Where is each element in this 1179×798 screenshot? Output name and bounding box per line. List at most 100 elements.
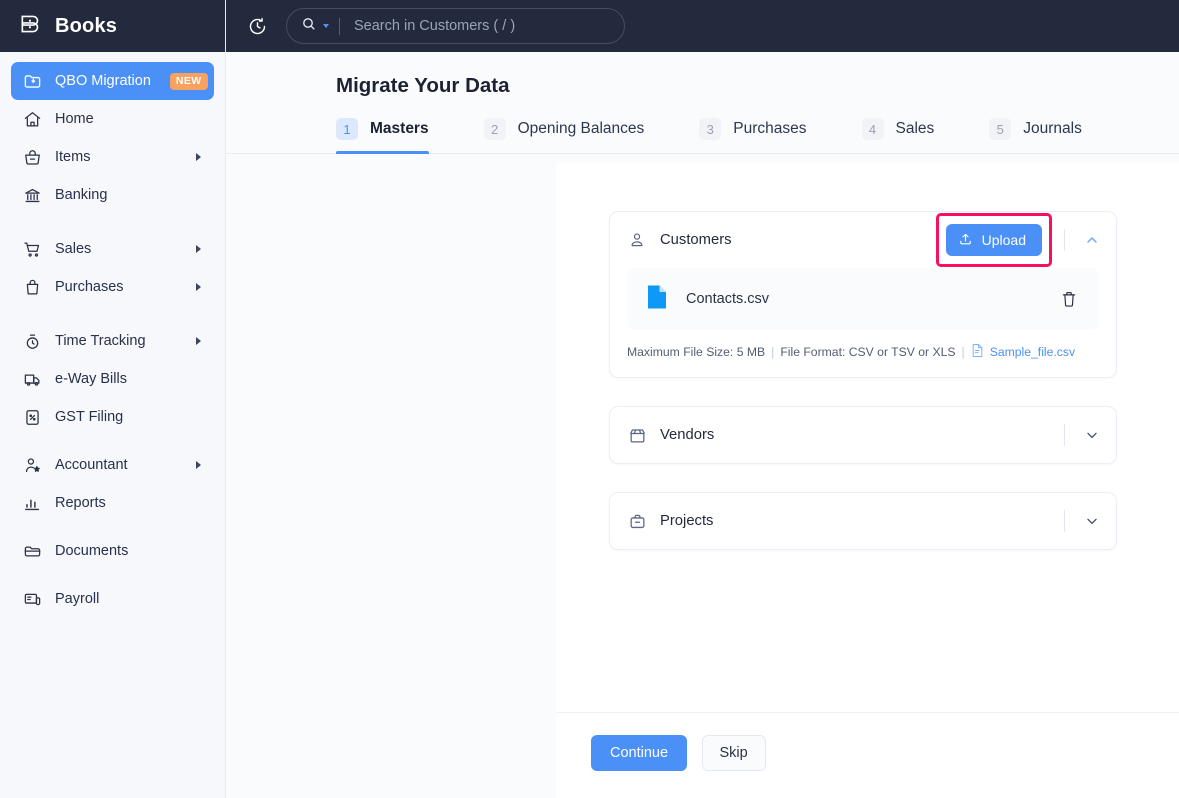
items-bag-icon	[22, 147, 42, 167]
vendors-card-header[interactable]: Vendors	[610, 407, 1116, 463]
sidebar-item-accountant[interactable]: Accountant	[11, 446, 214, 484]
hint-separator: |	[962, 345, 965, 359]
tab-number: 1	[336, 118, 358, 140]
continue-button[interactable]: Continue	[591, 735, 687, 771]
tab-label: Journals	[1023, 120, 1082, 138]
step-tabs: 1 Masters 2 Opening Balances 3 Purchases…	[226, 118, 1179, 154]
upload-hint: Maximum File Size: 5 MB | File Format: C…	[627, 343, 1099, 361]
section-card-vendors: Vendors	[609, 406, 1117, 464]
tab-number: 4	[862, 118, 884, 140]
search-placeholder: Search in Customers ( / )	[354, 18, 515, 34]
hint-separator: |	[771, 345, 774, 359]
sidebar-item-label: GST Filing	[55, 409, 123, 425]
search-input[interactable]: Search in Customers ( / )	[286, 8, 625, 44]
home-icon	[22, 109, 42, 129]
nav-divider-gap	[11, 522, 214, 532]
skip-button[interactable]: Skip	[702, 735, 766, 771]
section-card-customers: Customers Upload	[609, 211, 1117, 378]
sidebar-item-label: Home	[55, 111, 94, 127]
chevron-right-icon	[196, 461, 201, 469]
trash-icon[interactable]	[1059, 289, 1079, 309]
tab-number: 5	[989, 118, 1011, 140]
briefcase-icon	[627, 511, 647, 531]
tab-journals[interactable]: 5 Journals	[989, 118, 1082, 153]
books-logo-icon	[18, 11, 44, 42]
file-name: Contacts.csv	[686, 291, 1059, 307]
sidebar-item-reports[interactable]: Reports	[11, 484, 214, 522]
projects-title: Projects	[660, 513, 1042, 529]
sidebar-item-banking[interactable]: Banking	[11, 176, 214, 214]
sidebar-item-items[interactable]: Items	[11, 138, 214, 176]
upload-button-wrapper: Upload	[946, 224, 1042, 256]
nav-divider-gap	[11, 570, 214, 580]
section-card-projects: Projects	[609, 492, 1117, 550]
page-title: Migrate Your Data	[226, 52, 1179, 98]
cart-icon	[22, 239, 42, 259]
clock-history-icon[interactable]	[242, 11, 272, 41]
chevron-down-icon[interactable]	[323, 24, 329, 28]
brand-header: Books	[0, 0, 225, 52]
tab-sales[interactable]: 4 Sales	[862, 118, 935, 153]
projects-card-header[interactable]: Projects	[610, 493, 1116, 549]
search-icon	[301, 16, 317, 37]
sidebar-item-purchases[interactable]: Purchases	[11, 268, 214, 306]
tab-purchases[interactable]: 3 Purchases	[699, 118, 806, 153]
nav-divider-gap	[11, 436, 214, 446]
sidebar-item-label: Banking	[55, 187, 107, 203]
sidebar-item-label: Time Tracking	[55, 333, 146, 349]
content-area: Migrate Your Data 1 Masters 2 Opening Ba…	[226, 52, 1179, 798]
shopping-bag-icon	[22, 277, 42, 297]
vendors-title: Vendors	[660, 427, 1042, 443]
sample-file-link[interactable]: Sample_file.csv	[990, 345, 1075, 359]
sidebar-item-gst-filing[interactable]: GST Filing	[11, 398, 214, 436]
brand-name: Books	[55, 15, 117, 38]
customers-card-header[interactable]: Customers Upload	[610, 212, 1116, 268]
sidebar-item-payroll[interactable]: Payroll	[11, 580, 214, 618]
chevron-up-icon[interactable]	[1082, 230, 1102, 250]
timer-icon	[22, 331, 42, 351]
sidebar-item-documents[interactable]: Documents	[11, 532, 214, 570]
topbar: Search in Customers ( / )	[226, 0, 1179, 52]
chevron-right-icon	[196, 153, 201, 161]
sample-file-icon	[971, 343, 984, 361]
panel-body: Customers Upload	[556, 163, 1179, 712]
sidebar-nav: QBO Migration NEW Home Item	[0, 52, 225, 618]
sidebar-item-label: Documents	[55, 543, 128, 559]
tab-opening-balances[interactable]: 2 Opening Balances	[484, 118, 645, 153]
header-divider	[1064, 510, 1065, 532]
payroll-icon	[22, 589, 42, 609]
person-icon	[627, 230, 647, 250]
sidebar-item-label: Sales	[55, 241, 91, 257]
tab-masters[interactable]: 1 Masters	[336, 118, 429, 153]
upload-arrow-icon	[958, 231, 973, 249]
gst-document-icon	[22, 407, 42, 427]
chevron-down-icon[interactable]	[1082, 425, 1102, 445]
sidebar: Books QBO Migration NEW	[0, 0, 226, 798]
truck-icon	[22, 369, 42, 389]
sidebar-item-label: Reports	[55, 495, 106, 511]
sidebar-item-label: QBO Migration	[55, 73, 151, 89]
sidebar-item-qbo-migration[interactable]: QBO Migration NEW	[11, 62, 214, 100]
sidebar-item-label: Items	[55, 149, 90, 165]
search-divider	[339, 18, 340, 35]
chevron-right-icon	[196, 283, 201, 291]
chevron-down-icon[interactable]	[1082, 511, 1102, 531]
max-file-size-text: Maximum File Size: 5 MB	[627, 345, 765, 359]
sidebar-item-label: Accountant	[55, 457, 128, 473]
sidebar-item-sales[interactable]: Sales	[11, 230, 214, 268]
header-divider	[1064, 229, 1065, 251]
tab-label: Opening Balances	[518, 120, 645, 138]
tab-label: Purchases	[733, 120, 806, 138]
chevron-right-icon	[196, 337, 201, 345]
sidebar-item-eway-bills[interactable]: e-Way Bills	[11, 360, 214, 398]
upload-button-label: Upload	[982, 232, 1026, 248]
sidebar-item-time-tracking[interactable]: Time Tracking	[11, 322, 214, 360]
nav-divider-gap	[11, 306, 214, 322]
sidebar-item-home[interactable]: Home	[11, 100, 214, 138]
csv-file-icon	[646, 284, 668, 315]
uploaded-file-row: Contacts.csv	[627, 268, 1099, 330]
migration-panel: Customers Upload	[556, 163, 1179, 798]
tab-label: Sales	[896, 120, 935, 138]
folder-icon	[22, 541, 42, 561]
upload-button[interactable]: Upload	[946, 224, 1042, 256]
